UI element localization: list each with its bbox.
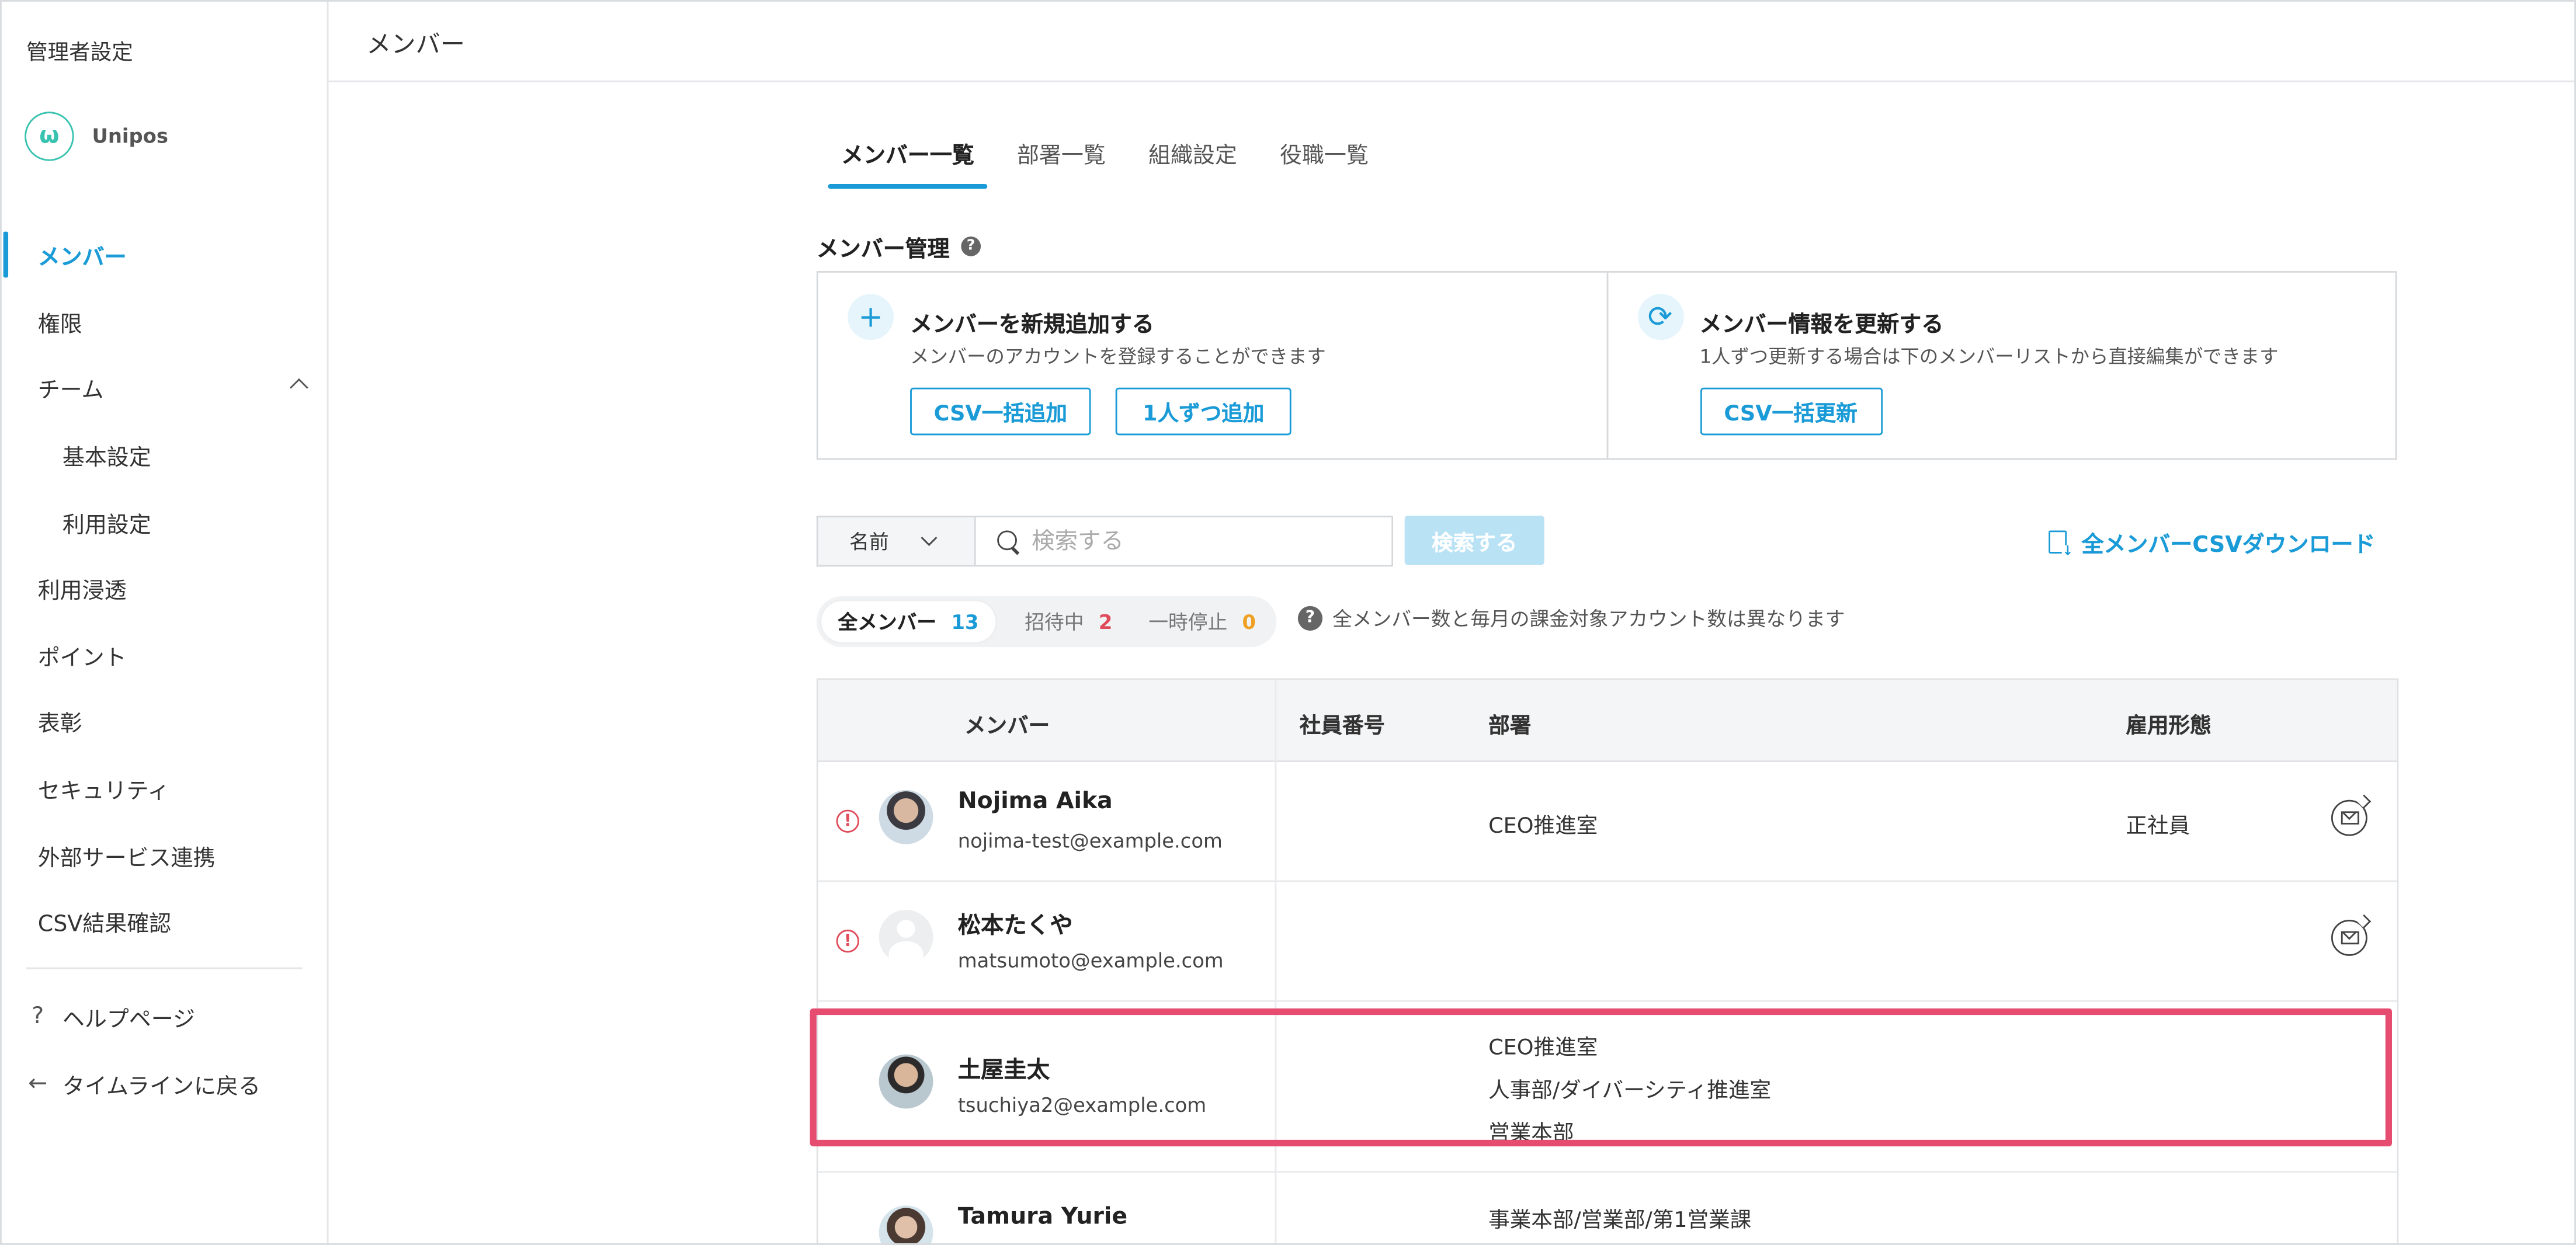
window-frame: [0, 0, 2576, 1245]
